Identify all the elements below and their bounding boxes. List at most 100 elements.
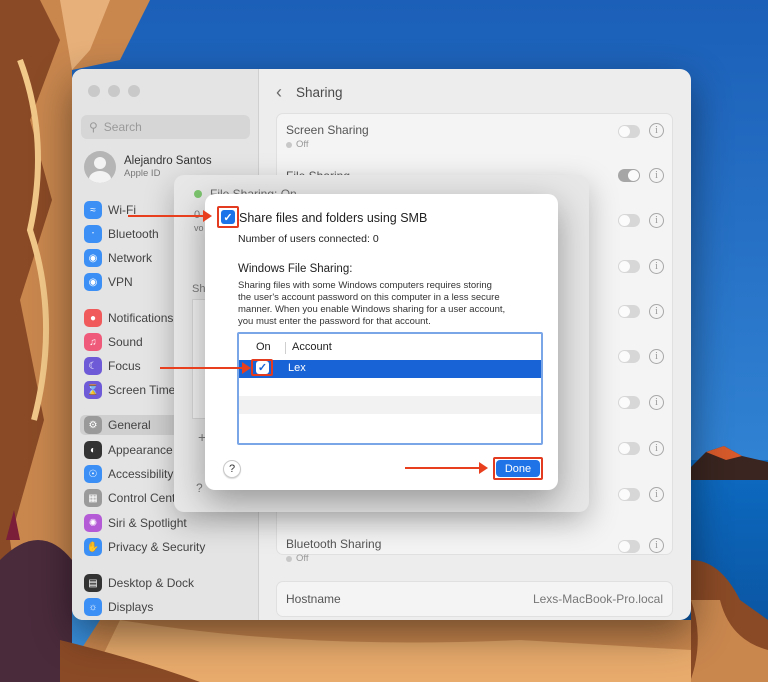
vpn-icon: ◉ — [84, 273, 102, 291]
hostname-row: Hostname Lexs-MacBook-Pro.local — [286, 592, 663, 606]
smb-options-dialog: ✓ Share files and folders using SMB Numb… — [205, 194, 558, 490]
moon-icon: ☾ — [84, 357, 102, 375]
sidebar-item-desktop-dock[interactable]: ▤ Desktop & Dock — [84, 573, 194, 593]
bluetooth-icon: ᛫ — [84, 225, 102, 243]
users-connected-text: Number of users connected: 0 — [238, 233, 379, 245]
table-row[interactable]: Lex — [239, 360, 541, 378]
info-icon[interactable]: i — [649, 487, 664, 502]
sidebar-item-bluetooth[interactable]: ᛫ Bluetooth — [84, 224, 159, 244]
info-icon[interactable]: i — [649, 395, 664, 410]
search-input[interactable]: ⚲ Search — [81, 115, 250, 139]
sidebar-item-label: Desktop & Dock — [108, 576, 195, 590]
description-line: the user's account password on this comp… — [238, 292, 500, 303]
service-toggle[interactable] — [618, 442, 640, 455]
info-icon[interactable]: i — [649, 259, 664, 274]
windows-sharing-heading: Windows File Sharing: — [238, 263, 353, 275]
hourglass-icon: ⌛ — [84, 381, 102, 399]
sidebar-item-displays[interactable]: ☼ Displays — [84, 597, 153, 617]
service-status: Off — [286, 139, 663, 150]
account-name: Lex — [288, 362, 306, 374]
sidebar-item-label: Displays — [108, 600, 154, 614]
service-row-screen-sharing: Screen Sharing Off — [286, 123, 663, 150]
wifi-icon: ≈ — [84, 201, 102, 219]
sidebar-item-label: Screen Time — [108, 383, 176, 397]
service-status-text: Off — [296, 553, 309, 564]
service-toggle[interactable] — [618, 488, 640, 501]
sidebar-item-label: Siri & Spotlight — [108, 516, 187, 530]
sidebar-item-appearance[interactable]: ◐ Appearance — [84, 440, 173, 460]
bell-icon: ● — [84, 309, 102, 327]
column-header-account: Account — [292, 341, 332, 353]
search-icon: ⚲ — [89, 120, 98, 134]
status-dot — [286, 141, 292, 148]
info-icon[interactable]: i — [649, 304, 664, 319]
sidebar-item-sound[interactable]: ♫ Sound — [84, 332, 143, 352]
service-status-text: Off — [296, 139, 309, 150]
sidebar-item-vpn[interactable]: ◉ VPN — [84, 272, 133, 292]
displays-icon: ☼ — [84, 598, 102, 616]
sidebar-item-notifications[interactable]: ● Notifications — [84, 308, 173, 328]
sidebar-item-network[interactable]: ◉ Network — [84, 248, 152, 268]
sheet-help-button[interactable]: ? — [196, 481, 203, 495]
accounts-table: On Account Lex — [237, 332, 543, 445]
table-row — [239, 396, 541, 414]
shared-folders-label: Sh — [192, 283, 206, 295]
sidebar-item-label: Privacy & Security — [108, 540, 206, 554]
windows-sharing-description: Sharing files with some Windows computer… — [238, 280, 505, 328]
annotation-arrow — [128, 210, 212, 222]
status-dot — [286, 555, 292, 562]
hostname-panel: Hostname Lexs-MacBook-Pro.local — [276, 581, 673, 617]
sidebar-item-control-center[interactable]: ▦ Control Cent — [84, 488, 175, 508]
sidebar-item-label: Appearance — [108, 443, 173, 457]
avatar — [84, 151, 116, 183]
sidebar-item-label: Focus — [108, 359, 141, 373]
sidebar-item-screen-time[interactable]: ⌛ Screen Time — [84, 380, 175, 400]
network-icon: ◉ — [84, 249, 102, 267]
window-controls — [88, 85, 140, 97]
info-icon[interactable]: i — [649, 213, 664, 228]
sidebar-item-label: General — [108, 418, 151, 432]
hostname-value: Lexs-MacBook-Pro.local — [532, 592, 663, 606]
minimize-window-button[interactable] — [108, 85, 120, 97]
close-window-button[interactable] — [88, 85, 100, 97]
description-line: you must enter the password for that acc… — [238, 316, 431, 327]
info-icon[interactable]: i — [649, 538, 664, 553]
info-icon[interactable]: i — [649, 441, 664, 456]
sidebar-item-wifi[interactable]: ≈ Wi-Fi — [84, 200, 136, 220]
bluetooth-sharing-toggle[interactable] — [618, 540, 640, 553]
file-sharing-toggle[interactable] — [618, 169, 640, 182]
siri-icon: ✺ — [84, 514, 102, 532]
annotation-arrow — [405, 462, 488, 474]
info-icon[interactable]: i — [649, 168, 664, 183]
info-icon[interactable]: i — [649, 349, 664, 364]
sidebar-item-accessibility[interactable]: ☉ Accessibility — [84, 464, 173, 484]
zoom-window-button[interactable] — [128, 85, 140, 97]
smb-label: Share files and folders using SMB — [239, 211, 428, 225]
sidebar-item-label: VPN — [108, 275, 133, 289]
service-toggle[interactable] — [618, 260, 640, 273]
sidebar-item-label: Control Cent — [108, 491, 176, 505]
sidebar-item-label: Accessibility — [108, 467, 174, 481]
back-chevron-icon[interactable]: ‹ — [276, 82, 282, 103]
sidebar-item-siri-spotlight[interactable]: ✺ Siri & Spotlight — [84, 513, 187, 533]
done-button[interactable]: Done — [496, 460, 540, 477]
hostname-label: Hostname — [286, 592, 341, 606]
smb-checkbox[interactable]: ✓ — [221, 210, 235, 224]
account-enabled-checkbox[interactable]: ✓ — [256, 361, 269, 374]
sidebar-item-label: Bluetooth — [108, 227, 159, 241]
sidebar-item-focus[interactable]: ☾ Focus — [84, 356, 141, 376]
sidebar-item-label: Network — [108, 251, 153, 265]
service-status: Off — [286, 553, 663, 564]
sidebar-item-label: Notifications — [108, 311, 174, 325]
service-toggle[interactable] — [618, 214, 640, 227]
info-icon[interactable]: i — [649, 123, 664, 138]
screen-sharing-toggle[interactable] — [618, 125, 640, 138]
service-toggle[interactable] — [618, 350, 640, 363]
help-button[interactable]: ? — [223, 460, 241, 478]
sidebar-item-privacy-security[interactable]: ✋ Privacy & Security — [84, 537, 205, 557]
service-toggle[interactable] — [618, 396, 640, 409]
page-header: ‹ Sharing — [276, 82, 343, 103]
user-name: Alejandro Santos — [124, 155, 212, 167]
table-row — [239, 378, 541, 396]
service-toggle[interactable] — [618, 305, 640, 318]
